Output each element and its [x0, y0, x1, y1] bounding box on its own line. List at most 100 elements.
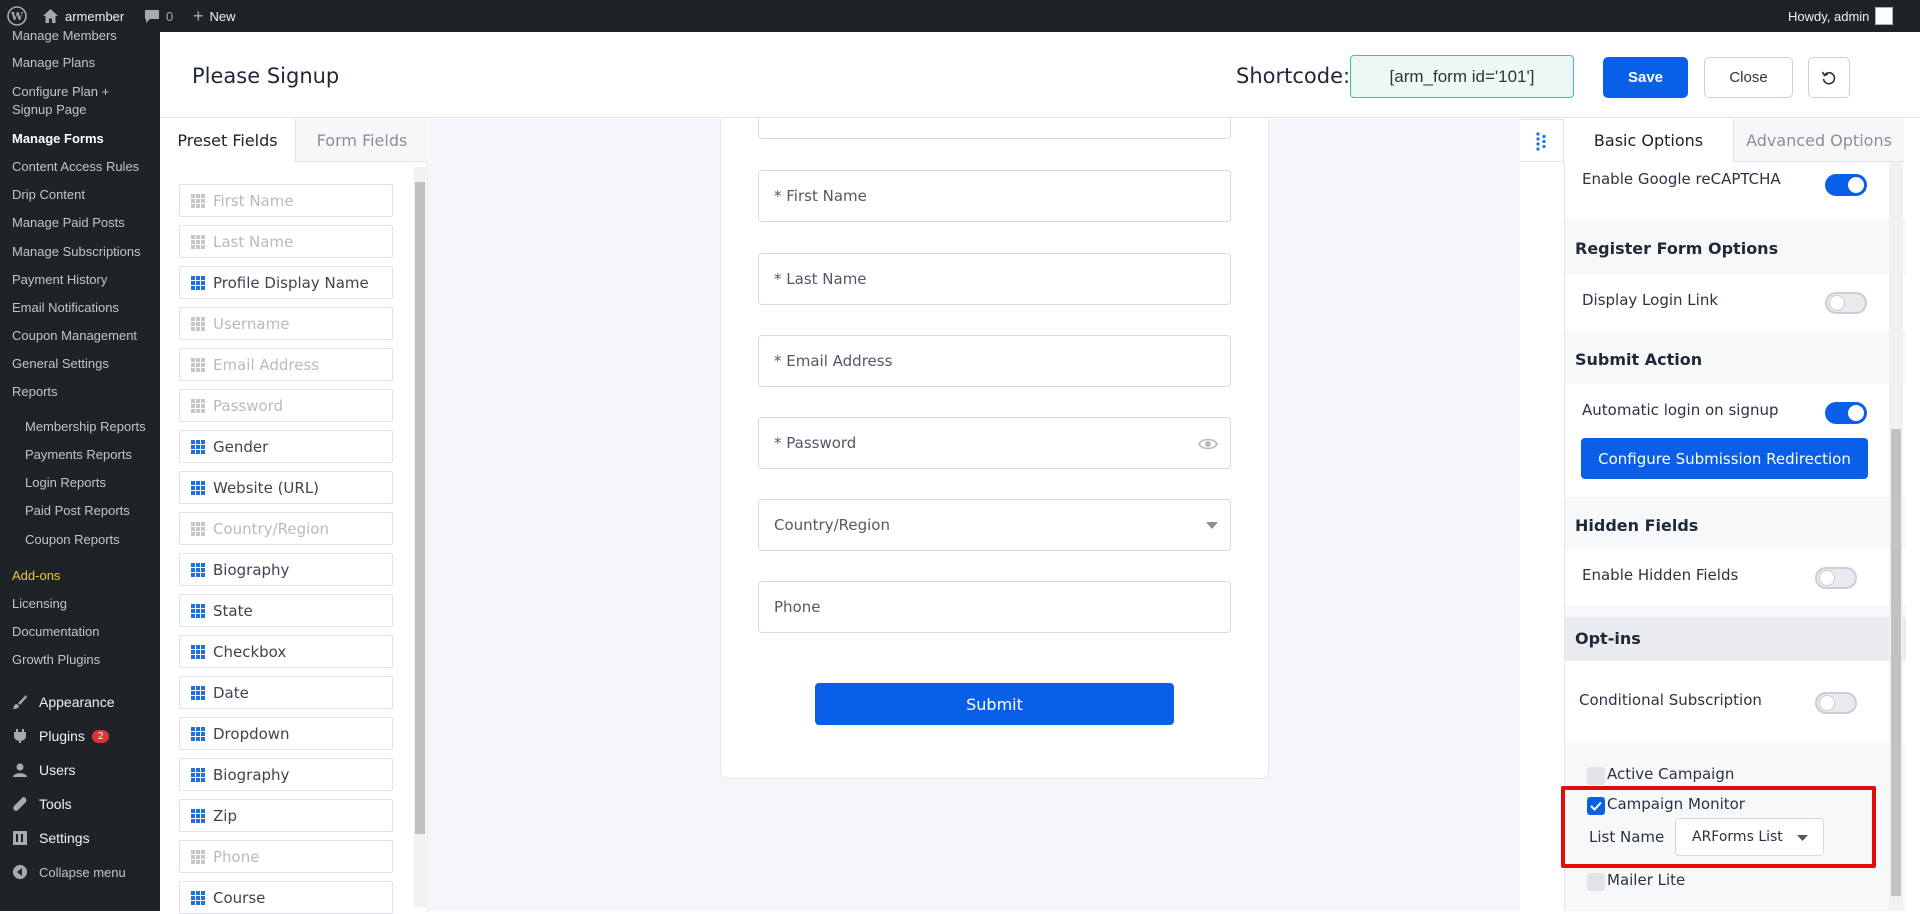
active-campaign-checkbox[interactable] [1587, 767, 1605, 785]
form-field-partial[interactable] [758, 118, 1231, 139]
menu-tools[interactable]: Tools [10, 794, 72, 814]
menu-signup-page[interactable]: Signup Page [12, 102, 86, 117]
menu-membership-reports[interactable]: Membership Reports [25, 419, 146, 434]
enable-hidden-toggle[interactable] [1815, 567, 1857, 589]
menu-drip-content[interactable]: Drip Content [12, 187, 85, 202]
preset-field-item[interactable]: Dropdown [179, 717, 393, 750]
preset-field-item[interactable]: Biography [179, 553, 393, 586]
comments-link[interactable]: 0 [144, 0, 173, 32]
preset-field-item[interactable]: Gender [179, 430, 393, 463]
avatar [1875, 7, 1894, 25]
options-scrollbar-thumb[interactable] [1891, 429, 1901, 896]
menu-coupon-management[interactable]: Coupon Management [12, 328, 137, 343]
preset-field-item[interactable]: Zip [179, 799, 393, 832]
new-content-link[interactable]: + New [193, 0, 236, 32]
menu-manage-forms[interactable]: Manage Forms [12, 131, 104, 146]
form-input-last-name[interactable]: * Last Name [758, 253, 1231, 305]
save-button[interactable]: Save [1603, 57, 1688, 98]
account-menu[interactable]: Howdy, admin [1788, 0, 1894, 32]
preset-field-item[interactable]: Country/Region [179, 512, 393, 545]
preset-field-item[interactable]: State [179, 594, 393, 627]
preset-field-label: Date [213, 683, 249, 702]
user-icon [10, 760, 30, 780]
options-scrollbar[interactable] [1889, 162, 1903, 911]
fields-scrollbar-thumb[interactable] [415, 182, 425, 834]
tab-preset-fields[interactable]: Preset Fields [160, 119, 296, 162]
preset-field-label: Zip [213, 806, 237, 825]
optins-heading: Opt-ins [1575, 629, 1641, 648]
preset-field-item[interactable]: First Name [179, 184, 393, 217]
grid-icon [191, 808, 205, 823]
admin-bar: W armember 0 + New Howdy, admin [0, 0, 1920, 32]
preset-field-item[interactable]: Course [179, 881, 393, 914]
menu-appearance[interactable]: Appearance [10, 692, 115, 712]
menu-payment-history[interactable]: Payment History [12, 272, 107, 287]
greeting: Howdy, admin [1788, 8, 1870, 24]
register-form-options-heading: Register Form Options [1575, 239, 1779, 258]
grid-icon [191, 275, 205, 290]
preset-field-item[interactable]: Website (URL) [179, 471, 393, 504]
drag-handle[interactable] [1520, 119, 1564, 162]
menu-general-settings[interactable]: General Settings [12, 356, 109, 371]
grid-icon [191, 685, 205, 700]
preset-field-label: Checkbox [213, 642, 287, 661]
menu-payments-reports[interactable]: Payments Reports [25, 447, 132, 462]
preset-field-item[interactable]: Date [179, 676, 393, 709]
menu-configure-plan[interactable]: Configure Plan + [12, 84, 109, 99]
form-input-first-name[interactable]: * First Name [758, 170, 1231, 222]
reset-button[interactable] [1808, 57, 1850, 98]
display-login-toggle[interactable] [1825, 292, 1867, 314]
form-select-country[interactable]: Country/Region [758, 499, 1231, 551]
menu-manage-plans[interactable]: Manage Plans [12, 55, 95, 70]
tab-basic-options[interactable]: Basic Options [1564, 119, 1734, 162]
preset-field-item[interactable]: Username [179, 307, 393, 340]
menu-licensing[interactable]: Licensing [12, 596, 67, 611]
collapse-menu-button[interactable]: Collapse menu [10, 862, 126, 882]
menu-coupon-reports[interactable]: Coupon Reports [25, 532, 120, 547]
auto-login-toggle[interactable] [1825, 402, 1867, 424]
menu-documentation[interactable]: Documentation [12, 624, 99, 639]
menu-plugins[interactable]: Plugins 2 [10, 726, 110, 746]
menu-content-access-rules[interactable]: Content Access Rules [12, 159, 139, 174]
form-input-password[interactable]: * Password [758, 417, 1231, 469]
grid-icon [191, 603, 205, 618]
shortcode-field[interactable]: [arm_form id='101'] [1350, 55, 1574, 98]
submit-button[interactable]: Submit [815, 683, 1174, 725]
eye-icon[interactable] [1198, 434, 1218, 454]
mailer-lite-checkbox[interactable] [1587, 873, 1605, 891]
preset-field-item[interactable]: Password [179, 389, 393, 422]
tab-advanced-options[interactable]: Advanced Options [1734, 119, 1904, 162]
menu-reports[interactable]: Reports [12, 384, 58, 399]
form-input-phone[interactable]: Phone [758, 581, 1231, 633]
preset-field-item[interactable]: Checkbox [179, 635, 393, 668]
grid-icon [191, 480, 205, 495]
recaptcha-toggle[interactable] [1825, 174, 1867, 196]
menu-manage-paid-posts[interactable]: Manage Paid Posts [12, 215, 125, 230]
menu-paid-post-reports[interactable]: Paid Post Reports [25, 503, 130, 518]
form-input-email[interactable]: * Email Address [758, 335, 1231, 387]
menu-manage-members[interactable]: Manage Members [12, 28, 117, 43]
grid-icon [191, 767, 205, 782]
close-button[interactable]: Close [1704, 57, 1793, 98]
menu-add-ons[interactable]: Add-ons [12, 568, 60, 583]
tab-form-fields[interactable]: Form Fields [296, 119, 428, 162]
menu-email-notifications[interactable]: Email Notifications [12, 300, 119, 315]
menu-settings[interactable]: Settings [10, 828, 90, 848]
menu-login-reports[interactable]: Login Reports [25, 475, 106, 490]
form-input-password-label: * Password [774, 434, 857, 452]
grid-icon [191, 357, 205, 372]
preset-field-item[interactable]: Biography [179, 758, 393, 791]
configure-redirection-button[interactable]: Configure Submission Redirection [1581, 438, 1868, 479]
preset-field-item[interactable]: Last Name [179, 225, 393, 258]
fields-scrollbar[interactable] [414, 167, 426, 907]
preset-field-item[interactable]: Email Address [179, 348, 393, 381]
recaptcha-label: Enable Google reCAPTCHA [1582, 170, 1781, 188]
collapse-menu-label: Collapse menu [39, 864, 126, 880]
preset-field-item[interactable]: Profile Display Name [179, 266, 393, 299]
menu-growth-plugins[interactable]: Growth Plugins [12, 652, 100, 667]
grid-icon [191, 398, 205, 413]
menu-users[interactable]: Users [10, 760, 76, 780]
preset-field-item[interactable]: Phone [179, 840, 393, 873]
conditional-subscription-toggle[interactable] [1815, 692, 1857, 714]
menu-manage-subscriptions[interactable]: Manage Subscriptions [12, 244, 141, 259]
